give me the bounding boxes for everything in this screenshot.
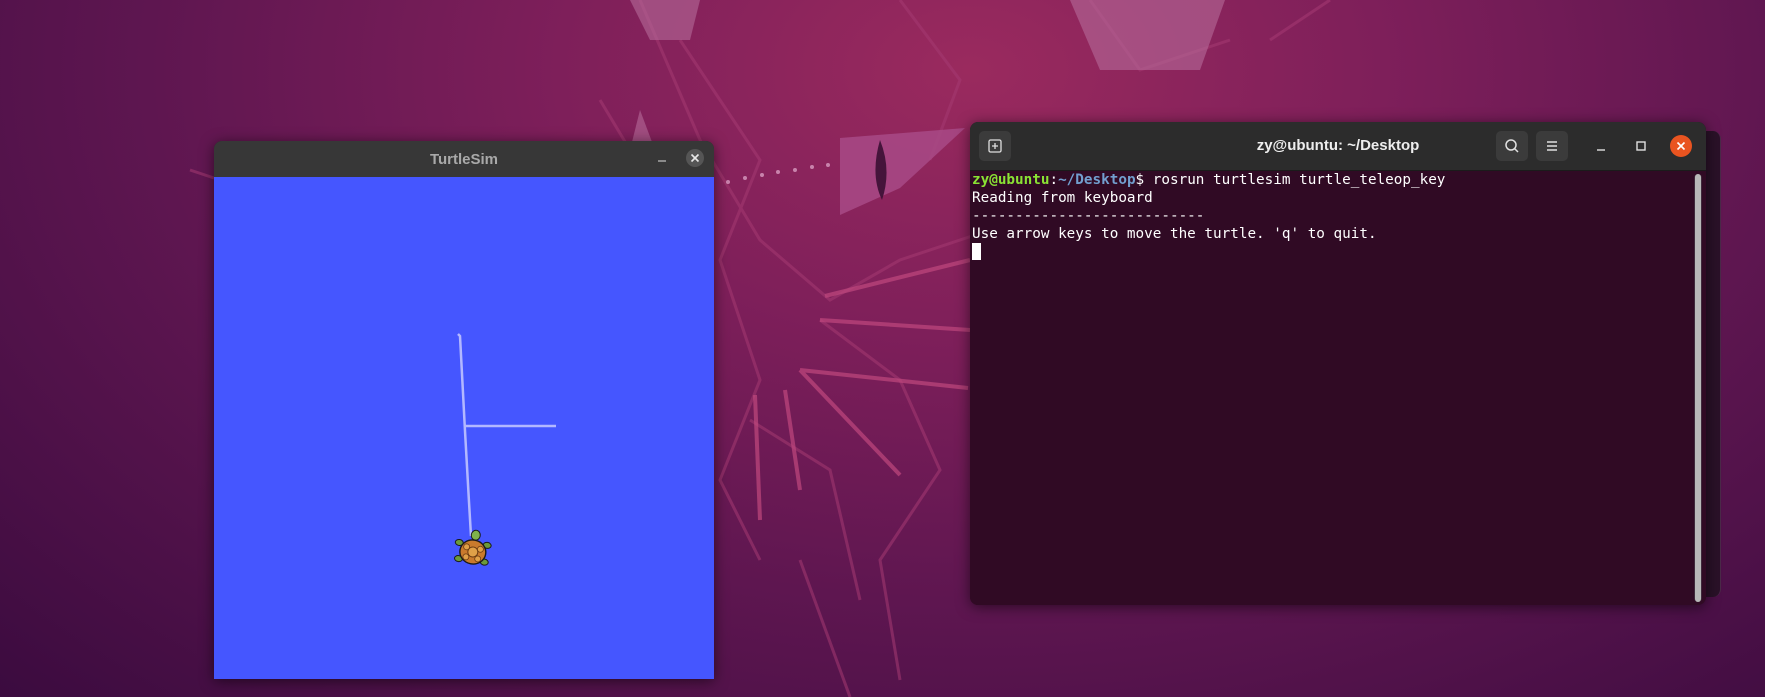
scrollbar-thumb[interactable] xyxy=(1695,174,1701,602)
output-line: Reading from keyboard xyxy=(972,190,1153,206)
close-icon[interactable] xyxy=(685,148,705,168)
output-line: --------------------------- xyxy=(972,208,1205,224)
hamburger-menu-icon[interactable] xyxy=(1536,131,1568,161)
search-icon[interactable] xyxy=(1496,131,1528,161)
close-icon[interactable] xyxy=(1670,135,1692,157)
command-text: rosrun turtlesim turtle_teleop_key xyxy=(1152,172,1446,188)
minimize-icon[interactable] xyxy=(1590,135,1612,157)
terminal-titlebar[interactable]: zy@ubuntu: ~/Desktop xyxy=(970,122,1706,171)
maximize-icon[interactable] xyxy=(1630,135,1652,157)
turtlesim-canvas[interactable] xyxy=(214,177,714,679)
turtlesim-window-title: TurtleSim xyxy=(429,151,499,168)
prompt-path: ~/Desktop xyxy=(1058,172,1136,188)
command-line: zy@ubuntu:~/Desktop$ rosrun turtlesim tu… xyxy=(972,171,1694,189)
turtlesim-titlebar[interactable]: TurtleSim xyxy=(214,141,714,178)
prompt-colon: : xyxy=(1049,172,1059,188)
prompt-symbol: $ xyxy=(1135,172,1153,188)
text-cursor xyxy=(972,243,981,260)
cursor-line xyxy=(972,243,1694,261)
minimize-icon[interactable] xyxy=(652,148,672,168)
prompt-user-host: zy@ubuntu xyxy=(972,172,1050,188)
turtle-icon xyxy=(453,529,492,566)
turtlesim-window[interactable]: TurtleSim xyxy=(214,141,714,679)
turtle-trail xyxy=(457,333,556,537)
terminal-scrollbar[interactable] xyxy=(1694,174,1702,602)
terminal-output[interactable]: zy@ubuntu:~/Desktop$ rosrun turtlesim tu… xyxy=(970,171,1694,605)
output-line: Use arrow keys to move the turtle. 'q' t… xyxy=(972,226,1377,242)
terminal-window[interactable]: zy@ubuntu: ~/Desktop zy@ubuntu:~/Desktop… xyxy=(970,122,1706,605)
